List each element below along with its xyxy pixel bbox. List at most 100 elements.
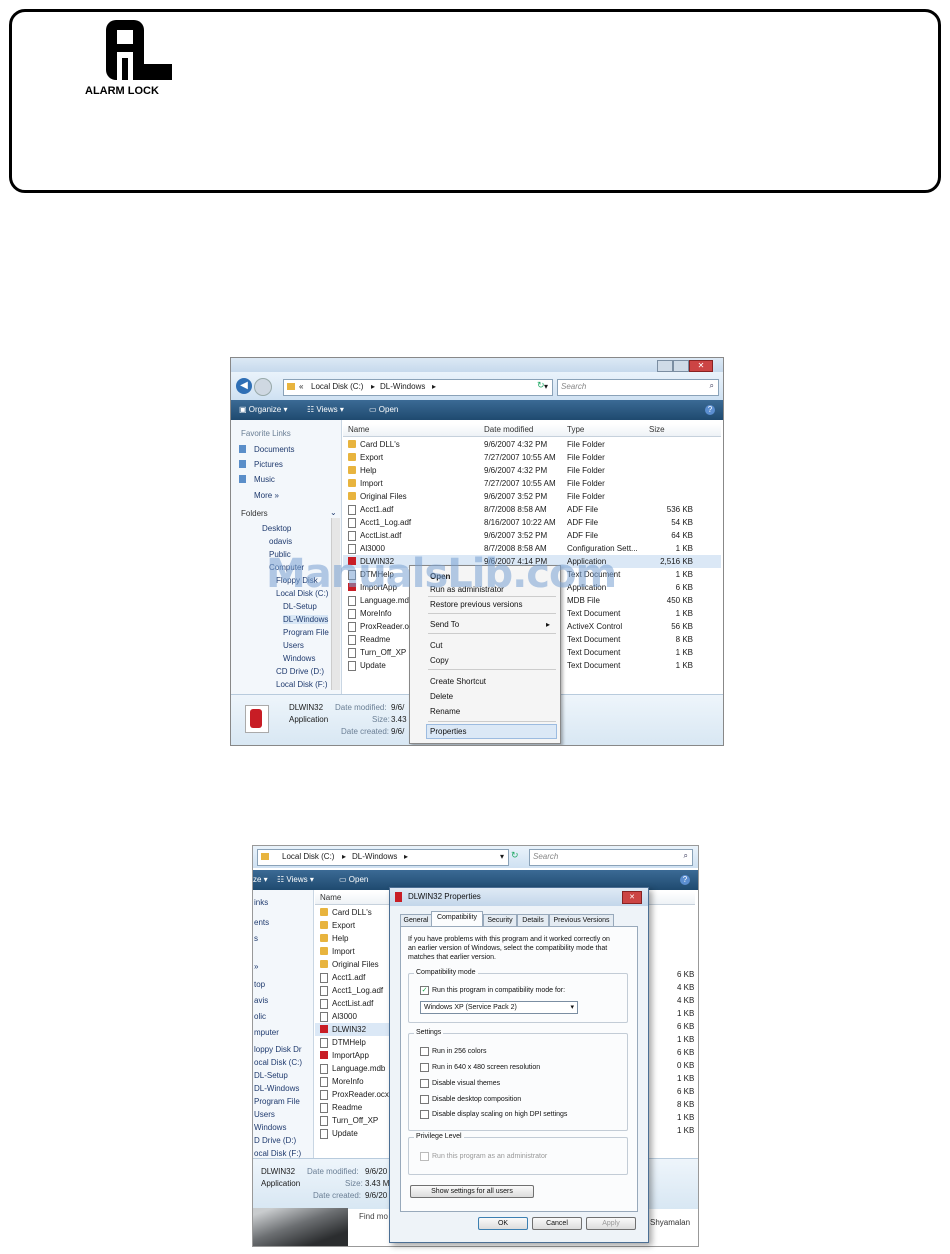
- table-row[interactable]: MoreInfo: [315, 1075, 391, 1088]
- organize-button[interactable]: ▣ Organize ▾: [239, 405, 288, 414]
- table-row[interactable]: Export: [315, 919, 391, 932]
- column-header-date[interactable]: Date modified: [484, 425, 533, 434]
- breadcrumb-dl-windows[interactable]: DL-Windows: [352, 852, 397, 861]
- column-header-name[interactable]: Name: [320, 893, 341, 902]
- search-icon[interactable]: ⌕: [710, 381, 714, 391]
- cancel-button[interactable]: Cancel: [532, 1217, 582, 1230]
- tree-item[interactable]: olic: [254, 1012, 266, 1021]
- breadcrumb-separator[interactable]: ▸: [432, 382, 436, 391]
- help-icon[interactable]: ?: [705, 405, 715, 415]
- table-row[interactable]: AcctList.adf 9/6/2007 3:52 PM ADF File 64 K…: [343, 529, 721, 542]
- menu-item-copy[interactable]: Copy: [430, 656, 449, 665]
- address-bar[interactable]: « Local Disk (C:) ▸ DL-Windows ▸ ▾: [283, 379, 553, 396]
- table-row[interactable]: Import 7/27/2007 10:55 AM File Folder: [343, 477, 721, 490]
- tree-item[interactable]: top: [254, 980, 265, 989]
- apply-button[interactable]: Apply: [586, 1217, 636, 1230]
- more-link[interactable]: More »: [254, 491, 279, 500]
- open-button[interactable]: ▭ Open: [369, 405, 398, 414]
- column-header-size[interactable]: Size: [649, 425, 665, 434]
- table-row[interactable]: Update: [315, 1127, 391, 1140]
- tree-item[interactable]: ents: [254, 918, 269, 927]
- tree-item[interactable]: loppy Disk Dr: [254, 1045, 302, 1054]
- table-row[interactable]: Al3000: [315, 1010, 391, 1023]
- nav-link-music[interactable]: Music: [254, 475, 275, 484]
- chevron-down-icon[interactable]: ⌄: [330, 508, 337, 517]
- table-row[interactable]: Original Files 9/6/2007 3:52 PM File Folde…: [343, 490, 721, 503]
- breadcrumb-separator[interactable]: ▸: [404, 852, 408, 861]
- close-button[interactable]: ✕: [622, 891, 642, 904]
- column-header-type[interactable]: Type: [567, 425, 584, 434]
- menu-item-send-to[interactable]: Send To: [430, 620, 459, 629]
- show-settings-all-users-button[interactable]: Show settings for all users: [410, 1185, 534, 1198]
- tab-previous-versions[interactable]: Previous Versions: [549, 914, 614, 926]
- table-row[interactable]: Help: [315, 932, 391, 945]
- column-header-name[interactable]: Name: [348, 425, 369, 434]
- address-bar[interactable]: Local Disk (C:) ▸ DL-Windows ▸ ▾: [257, 849, 509, 866]
- table-row[interactable]: Turn_Off_XP: [315, 1114, 391, 1127]
- breadcrumb-local-disk[interactable]: Local Disk (C:): [282, 852, 334, 861]
- compatibility-mode-checkbox[interactable]: ✓: [420, 986, 429, 995]
- forward-button[interactable]: [254, 378, 272, 396]
- refresh-button[interactable]: ↻: [537, 380, 549, 392]
- ok-button[interactable]: OK: [478, 1217, 528, 1230]
- table-row[interactable]: Acct1.adf: [315, 971, 391, 984]
- table-row[interactable]: Acct1_Log.adf: [315, 984, 391, 997]
- tree-item-local-disk-f[interactable]: Local Disk (F:): [276, 680, 328, 689]
- tree-item[interactable]: Program File: [254, 1097, 300, 1106]
- menu-item-properties[interactable]: Properties: [430, 727, 466, 736]
- disable-dpi-scaling-checkbox[interactable]: [420, 1110, 429, 1119]
- minimize-button[interactable]: [657, 360, 673, 372]
- nav-link-pictures[interactable]: Pictures: [254, 460, 283, 469]
- menu-item-delete[interactable]: Delete: [430, 692, 453, 701]
- table-row[interactable]: Readme: [315, 1101, 391, 1114]
- menu-item-restore-previous-versions[interactable]: Restore previous versions: [430, 600, 522, 609]
- tree-item[interactable]: ocal Disk (C:): [254, 1058, 302, 1067]
- views-button[interactable]: ☷ Views ▾: [307, 405, 344, 414]
- tree-item-program-files[interactable]: Program File: [283, 628, 329, 637]
- table-row[interactable]: Help 9/6/2007 4:32 PM File Folder: [343, 464, 721, 477]
- tree-item-windows[interactable]: Windows: [283, 654, 315, 663]
- breadcrumb-dl-windows[interactable]: DL-Windows: [380, 382, 425, 391]
- help-icon[interactable]: ?: [680, 875, 690, 885]
- tree-item[interactable]: Windows: [254, 1123, 286, 1132]
- tree-item-users[interactable]: Users: [283, 641, 304, 650]
- refresh-button[interactable]: ↻: [511, 850, 519, 861]
- tree-item[interactable]: »: [254, 962, 258, 971]
- back-button[interactable]: ◀: [236, 378, 252, 394]
- table-row[interactable]: Original Files: [315, 958, 391, 971]
- views-button[interactable]: ☷ Views ▾: [277, 875, 314, 884]
- tree-item-desktop[interactable]: Desktop: [262, 524, 291, 533]
- tree-item[interactable]: ocal Disk (F:): [254, 1149, 301, 1158]
- menu-item-create-shortcut[interactable]: Create Shortcut: [430, 677, 486, 686]
- search-input[interactable]: Search ⌕: [557, 379, 719, 396]
- search-icon[interactable]: ⌕: [684, 851, 688, 861]
- table-row[interactable]: AcctList.adf: [315, 997, 391, 1010]
- table-row[interactable]: ProxReader.ocx: [315, 1088, 391, 1101]
- nav-scrollbar[interactable]: [331, 518, 340, 690]
- table-row[interactable]: Export 7/27/2007 10:55 AM File Folder: [343, 451, 721, 464]
- run-256-colors-checkbox[interactable]: [420, 1047, 429, 1056]
- tree-item[interactable]: s: [254, 934, 258, 943]
- tree-item-dl-windows[interactable]: DL-Windows: [283, 615, 329, 624]
- table-row[interactable]: Card DLL's 9/6/2007 4:32 PM File Folder: [343, 438, 721, 451]
- tree-item-user[interactable]: odavis: [269, 537, 292, 546]
- folders-heading[interactable]: Folders: [241, 509, 268, 518]
- tree-item[interactable]: Users: [254, 1110, 275, 1119]
- organize-button[interactable]: ze ▾: [253, 875, 268, 884]
- table-row[interactable]: DTMHelp: [315, 1036, 391, 1049]
- table-row[interactable]: Acct1_Log.adf 8/16/2007 10:22 AM ADF File 5…: [343, 516, 721, 529]
- breadcrumb-local-disk[interactable]: Local Disk (C:): [311, 382, 363, 391]
- run-as-administrator-checkbox[interactable]: [420, 1152, 429, 1161]
- tab-compatibility[interactable]: Compatibility: [431, 911, 483, 926]
- breadcrumb-separator[interactable]: ▸: [342, 852, 346, 861]
- table-row[interactable]: Import: [315, 945, 391, 958]
- tab-details[interactable]: Details: [517, 914, 549, 926]
- tree-item-dl-setup[interactable]: DL-Setup: [283, 602, 317, 611]
- disable-visual-themes-checkbox[interactable]: [420, 1079, 429, 1088]
- table-row[interactable]: Card DLL's: [315, 906, 391, 919]
- run-640x480-checkbox[interactable]: [420, 1063, 429, 1072]
- open-button[interactable]: ▭ Open: [339, 875, 368, 884]
- maximize-button[interactable]: [673, 360, 689, 372]
- nav-link-documents[interactable]: Documents: [254, 445, 294, 454]
- table-row[interactable]: DLWIN32: [315, 1023, 391, 1036]
